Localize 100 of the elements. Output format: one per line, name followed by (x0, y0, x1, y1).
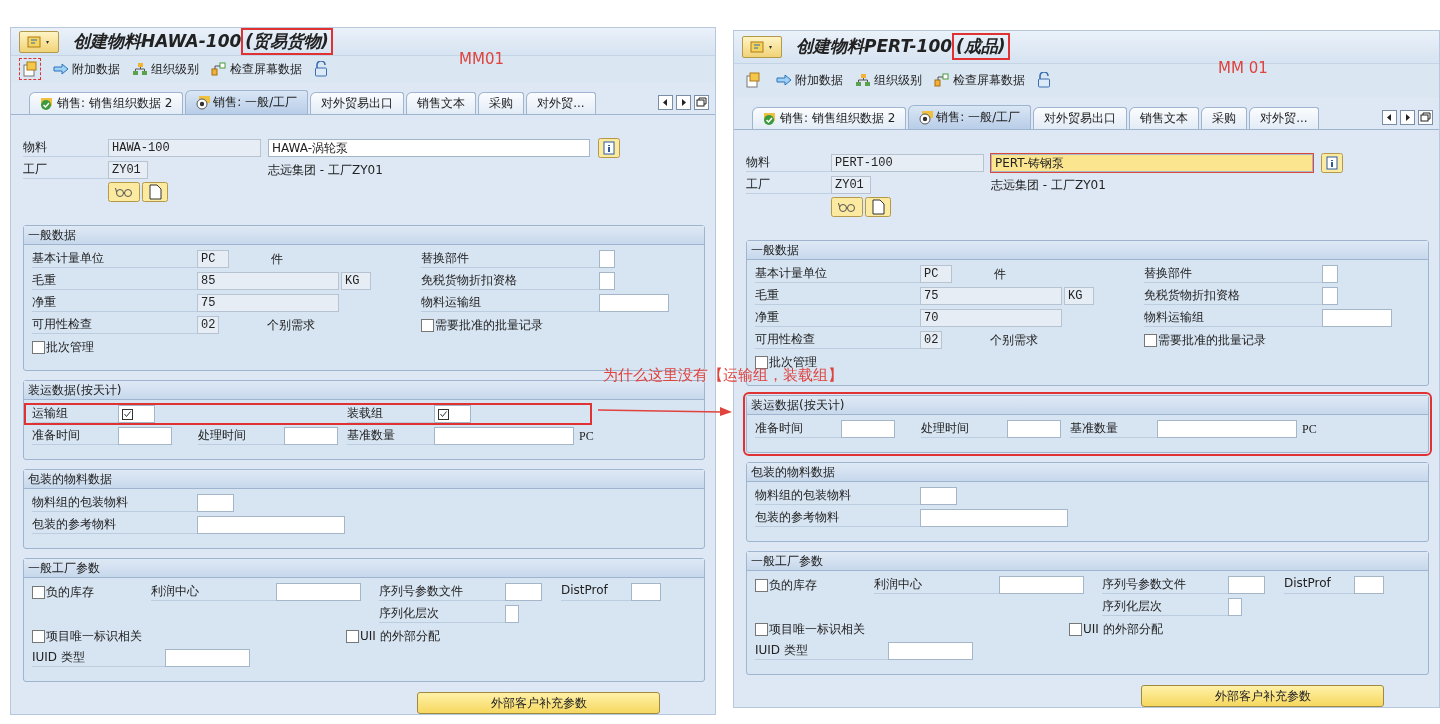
tab[interactable]: 对外贸易出口 (310, 92, 405, 114)
checkbox[interactable]: UII 的外部分配 (346, 627, 440, 645)
checkbox[interactable]: 需要批准的批量记录 (1144, 331, 1266, 349)
toolbar-button[interactable]: 附加数据 (776, 71, 843, 89)
input-field[interactable] (1322, 309, 1392, 327)
toolbar-button[interactable]: 组织级别 (855, 71, 922, 89)
input-field[interactable] (1007, 420, 1061, 438)
toolbar-button[interactable]: 检查屏幕数据 (211, 60, 302, 78)
scroll-left-icon[interactable] (1382, 110, 1397, 125)
input-field[interactable] (165, 649, 250, 667)
input-field[interactable]: PC (197, 250, 229, 268)
toolbar-button[interactable]: 附加数据 (53, 60, 120, 78)
input-field[interactable]: PC (920, 265, 952, 283)
input-field[interactable]: PERT-100 (831, 154, 984, 172)
tab[interactable]: 对外贸... (526, 92, 596, 114)
input-field[interactable] (118, 427, 172, 445)
input-field[interactable] (197, 516, 345, 534)
toolbar-button[interactable]: 组织级别 (132, 60, 199, 78)
new-document-icon[interactable] (142, 182, 168, 202)
lock-icon[interactable] (314, 61, 328, 78)
check-icon (40, 96, 54, 111)
checkbox[interactable]: 负的库存 (32, 583, 151, 601)
input-field[interactable] (631, 583, 661, 601)
input-field[interactable] (1322, 265, 1338, 283)
checkbox-field[interactable] (434, 405, 471, 423)
glasses-icon[interactable] (831, 197, 863, 217)
lock-icon[interactable] (1037, 72, 1051, 89)
input-field[interactable] (197, 494, 234, 512)
input-field[interactable] (888, 642, 973, 660)
unit-text: 件 (271, 250, 283, 268)
input-field[interactable] (1322, 287, 1338, 305)
customer-parameters-button[interactable]: 外部客户补充参数 (1141, 685, 1384, 707)
annotation-note: MM01 (459, 50, 504, 68)
checkbox[interactable]: 项目唯一标识相关 (755, 620, 1069, 638)
info-icon[interactable] (1321, 153, 1343, 173)
tab[interactable]: 销售: 销售组织数据 2 (29, 92, 184, 114)
input-field[interactable] (999, 576, 1084, 594)
input-field[interactable] (284, 427, 338, 445)
input-field[interactable]: 02 (197, 316, 219, 334)
checkbox[interactable]: 负的库存 (755, 576, 874, 594)
input-field[interactable] (841, 420, 895, 438)
tab[interactable]: 销售文本 (1129, 107, 1200, 129)
input-field[interactable]: HAWA-涡轮泵 (268, 139, 590, 157)
scroll-right-icon[interactable] (1400, 110, 1415, 125)
glasses-icon[interactable] (108, 182, 140, 202)
input-field[interactable]: KG (341, 272, 371, 290)
tab[interactable]: 销售文本 (406, 92, 477, 114)
checkbox-field[interactable] (118, 405, 155, 423)
input-field[interactable] (505, 583, 542, 601)
hierarchy-icon (132, 62, 148, 77)
scroll-right-icon[interactable] (676, 95, 691, 110)
checkbox[interactable]: 批次管理 (32, 338, 94, 356)
tab-list-icon[interactable] (1418, 110, 1433, 125)
input-field[interactable]: KG (1064, 287, 1094, 305)
window-title: 创建物料HAWA-100 (73, 30, 242, 54)
input-field[interactable] (599, 250, 615, 268)
menu-button[interactable] (19, 30, 59, 53)
checkbox[interactable]: 项目唯一标识相关 (32, 627, 346, 645)
tab-list-icon[interactable] (694, 95, 709, 110)
input-field[interactable]: ZY01 (108, 161, 148, 179)
checkbox-icon (438, 408, 449, 420)
tab[interactable]: 对外贸... (1249, 107, 1319, 129)
checkbox[interactable]: 需要批准的批量记录 (421, 316, 543, 334)
tab[interactable]: 对外贸易出口 (1033, 107, 1128, 129)
input-field[interactable] (599, 294, 669, 312)
tab[interactable]: 销售: 销售组织数据 2 (752, 107, 907, 129)
input-field[interactable] (920, 509, 1068, 527)
tab[interactable]: 采购 (1201, 107, 1248, 129)
unit-text: 件 (994, 265, 1006, 283)
input-field[interactable]: 70 (920, 309, 1062, 327)
input-field[interactable] (505, 605, 519, 623)
input-field[interactable]: 85 (197, 272, 339, 290)
section-title: 一般工厂参数 (24, 559, 704, 578)
input-field[interactable] (920, 487, 957, 505)
input-field[interactable]: 02 (920, 331, 942, 349)
document-icon[interactable] (19, 58, 41, 81)
menu-button[interactable] (742, 35, 782, 58)
customer-parameters-button[interactable]: 外部客户补充参数 (417, 692, 660, 714)
input-field[interactable]: 75 (197, 294, 339, 312)
toolbar-button[interactable]: 检查屏幕数据 (934, 71, 1025, 89)
input-field[interactable] (1157, 420, 1297, 438)
tab[interactable]: 采购 (478, 92, 525, 114)
checkbox[interactable]: UII 的外部分配 (1069, 620, 1163, 638)
tab[interactable]: 销售: 一般/工厂 (185, 90, 309, 114)
input-field[interactable] (599, 272, 615, 290)
section-title: 包装的物料数据 (747, 463, 1428, 482)
input-field[interactable]: 75 (920, 287, 1062, 305)
window-title: 创建物料PERT-100 (796, 35, 953, 59)
input-field[interactable] (434, 427, 574, 445)
input-field[interactable] (1354, 576, 1384, 594)
input-field[interactable] (276, 583, 361, 601)
input-field[interactable] (1228, 598, 1242, 616)
scroll-left-icon[interactable] (658, 95, 673, 110)
input-field[interactable]: ZY01 (831, 176, 871, 194)
new-document-icon[interactable] (865, 197, 891, 217)
input-field[interactable]: PERT-铸钢泵 (991, 154, 1313, 172)
input-field[interactable]: HAWA-100 (108, 139, 261, 157)
info-icon[interactable] (598, 138, 620, 158)
tab[interactable]: 销售: 一般/工厂 (908, 105, 1032, 129)
input-field[interactable] (1228, 576, 1265, 594)
